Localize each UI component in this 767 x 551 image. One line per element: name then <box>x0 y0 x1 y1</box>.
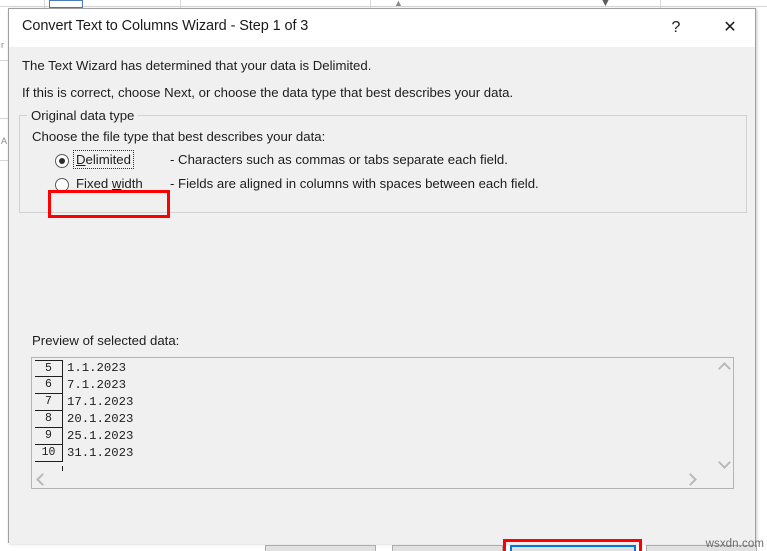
preview-row: 5 1.1.2023 <box>35 360 133 377</box>
back-button[interactable]: < Back <box>392 545 503 551</box>
question-mark-icon: ? <box>671 19 681 36</box>
radio-fixed-width-indicator[interactable] <box>55 178 69 192</box>
screen-root: ▲ ▼ r A Convert Text to Columns Wizard -… <box>0 0 767 551</box>
scroll-left-icon[interactable] <box>32 471 49 488</box>
preview-row-text: 1.1.2023 <box>67 361 127 376</box>
radio-delimited-indicator[interactable] <box>55 154 69 168</box>
watermark: wsxdn.com <box>705 538 764 550</box>
excel-selection-block <box>49 0 83 8</box>
radio-delimited-description: - Characters such as commas or tabs sepa… <box>170 152 508 167</box>
preview-row-number: 6 <box>35 377 63 394</box>
preview-row-number: 10 <box>35 445 63 462</box>
next-button[interactable]: Next > <box>510 545 636 551</box>
excel-gridline <box>370 0 371 8</box>
preview-row-text: 7.1.2023 <box>67 378 127 393</box>
preview-row: 7 17.1.2023 <box>35 394 133 411</box>
excel-ghost-glyph: ▲ <box>394 0 403 8</box>
preview-rows: 5 1.1.2023 6 7.1.2023 7 17.1.2023 8 20.1… <box>35 360 133 472</box>
preview-row-text: 25.1.2023 <box>67 429 134 444</box>
dialog-title: Convert Text to Columns Wizard - Step 1 … <box>22 18 309 34</box>
preview-label: Preview of selected data: <box>32 333 180 348</box>
original-data-type-legend: Original data type <box>27 108 139 123</box>
dialog-titlebar: Convert Text to Columns Wizard - Step 1 … <box>9 9 755 47</box>
preview-vertical-scrollbar[interactable] <box>715 358 733 472</box>
preview-row: 8 20.1.2023 <box>35 411 133 428</box>
radio-delimited-label: Delimited <box>73 150 134 169</box>
excel-gridline <box>180 0 181 8</box>
preview-row-text: 17.1.2023 <box>67 395 134 410</box>
close-button[interactable]: ✕ <box>707 9 753 47</box>
preview-row: 9 25.1.2023 <box>35 428 133 445</box>
scroll-right-icon[interactable] <box>683 471 700 488</box>
excel-ghost-text: r <box>1 40 4 50</box>
preview-row-text: 20.1.2023 <box>67 412 134 427</box>
accelerator-letter: D <box>76 152 86 167</box>
preview-row-number: 8 <box>35 411 63 428</box>
radio-fixed-width-label: Fixed width <box>76 176 143 191</box>
cancel-button[interactable]: Cancel <box>265 545 376 551</box>
preview-row: 6 7.1.2023 <box>35 377 133 394</box>
intro-line-1: The Text Wizard has determined that your… <box>22 58 372 73</box>
preview-row-number: 7 <box>35 394 63 411</box>
preview-row: 10 31.1.2023 <box>35 445 133 462</box>
excel-gridline <box>44 0 45 8</box>
close-icon: ✕ <box>723 19 737 36</box>
excel-gridline <box>0 6 767 7</box>
preview-frame: 5 1.1.2023 6 7.1.2023 7 17.1.2023 8 20.1… <box>31 357 734 489</box>
scrollbar-corner <box>716 471 733 488</box>
preview-row-text: 31.1.2023 <box>67 446 134 461</box>
excel-ghost-text: A <box>1 136 8 146</box>
intro-line-2: If this is correct, choose Next, or choo… <box>22 85 514 100</box>
dialog-body: The Text Wizard has determined that your… <box>9 47 757 551</box>
preview-row-number: 5 <box>35 360 63 377</box>
preview-row-number: 9 <box>35 428 63 445</box>
radio-fixed-width-description: - Fields are aligned in columns with spa… <box>170 176 539 191</box>
convert-text-to-columns-dialog: Convert Text to Columns Wizard - Step 1 … <box>8 8 757 551</box>
preview-canvas: 5 1.1.2023 6 7.1.2023 7 17.1.2023 8 20.1… <box>32 358 717 472</box>
preview-horizontal-scrollbar[interactable] <box>32 471 717 488</box>
scroll-down-icon[interactable] <box>716 455 733 472</box>
excel-gridline <box>660 0 661 8</box>
help-button[interactable]: ? <box>653 9 699 47</box>
scroll-up-icon[interactable] <box>716 358 733 375</box>
choose-file-type-label: Choose the file type that best describes… <box>32 129 326 144</box>
